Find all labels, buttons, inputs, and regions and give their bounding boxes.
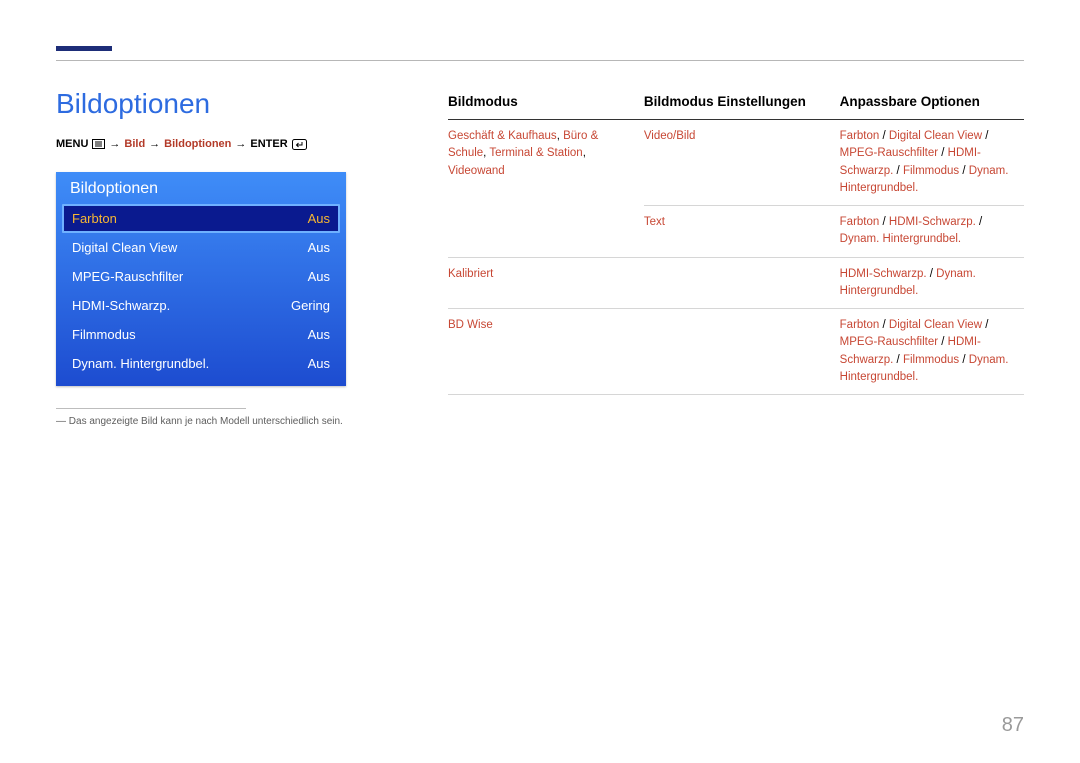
table-row: Kalibriert HDMI-Schwarzp. / Dynam. Hinter… bbox=[448, 257, 1024, 309]
page: Bildoptionen MENU → Bild → Bildoptionen … bbox=[0, 0, 1080, 763]
breadcrumb-item: Bildoptionen bbox=[164, 138, 231, 150]
osd-item-label: Digital Clean View bbox=[72, 240, 177, 255]
osd-item[interactable]: Filmmodus Aus bbox=[62, 320, 340, 349]
osd-item-label: Filmmodus bbox=[72, 327, 136, 342]
osd-item-value: Aus bbox=[308, 240, 330, 255]
table-row: BD Wise Farbton / Digital Clean View / MP… bbox=[448, 309, 1024, 395]
breadcrumb-item: Bild bbox=[124, 138, 145, 150]
osd-item[interactable]: MPEG-Rauschfilter Aus bbox=[62, 262, 340, 291]
table-cell: BD Wise bbox=[448, 309, 644, 395]
table-cell bbox=[644, 309, 840, 395]
arrow-icon: → bbox=[235, 138, 246, 150]
osd-item[interactable]: Dynam. Hintergrundbel. Aus bbox=[62, 349, 340, 378]
breadcrumb-menu: MENU bbox=[56, 138, 88, 150]
content: Bildoptionen MENU → Bild → Bildoptionen … bbox=[56, 88, 1024, 429]
table-cell: Geschäft & Kaufhaus, Büro & Schule, Term… bbox=[448, 120, 644, 258]
osd-item-value: Aus bbox=[308, 327, 330, 342]
osd-item-value: Aus bbox=[308, 356, 330, 371]
table-cell: Video/Bild bbox=[644, 120, 840, 206]
table-header: Anpassbare Optionen bbox=[840, 94, 1024, 120]
table-cell: Farbton / Digital Clean View / MPEG-Raus… bbox=[840, 120, 1024, 206]
osd-list: FarbtonAusDigital Clean ViewAusMPEG-Raus… bbox=[56, 204, 346, 386]
table-cell: HDMI-Schwarzp. / Dynam. Hintergrundbel. bbox=[840, 257, 1024, 309]
table-header: Bildmodus bbox=[448, 94, 644, 120]
osd-item[interactable]: HDMI-Schwarzp. Gering bbox=[62, 291, 340, 320]
arrow-icon: → bbox=[109, 138, 120, 150]
page-title: Bildoptionen bbox=[56, 88, 392, 120]
right-column: Bildmodus Bildmodus Einstellungen Anpass… bbox=[448, 88, 1024, 429]
table-row: Geschäft & Kaufhaus, Büro & Schule, Term… bbox=[448, 120, 1024, 206]
osd-item-value: Aus bbox=[308, 211, 330, 226]
osd-item[interactable]: Digital Clean View Aus bbox=[62, 233, 340, 262]
arrow-icon: → bbox=[149, 138, 160, 150]
options-table: Bildmodus Bildmodus Einstellungen Anpass… bbox=[448, 94, 1024, 395]
footnote: Das angezeigte Bild kann je nach Modell … bbox=[56, 415, 392, 429]
table-cell: Farbton / HDMI-Schwarzp. / Dynam. Hinter… bbox=[840, 206, 1024, 258]
osd-title: Bildoptionen bbox=[56, 172, 346, 204]
osd-item-label: HDMI-Schwarzp. bbox=[72, 298, 170, 313]
osd-item-label: Farbton bbox=[72, 211, 117, 226]
osd-item-value: Gering bbox=[291, 298, 330, 313]
accent-bar bbox=[56, 46, 112, 51]
menu-icon bbox=[92, 139, 105, 149]
page-number: 87 bbox=[1002, 714, 1024, 737]
osd-item[interactable]: Farbton Aus bbox=[62, 204, 340, 233]
enter-icon bbox=[292, 139, 307, 150]
breadcrumb-enter: ENTER bbox=[250, 138, 287, 150]
table-cell: Text bbox=[644, 206, 840, 258]
osd-item-label: Dynam. Hintergrundbel. bbox=[72, 356, 209, 371]
osd-item-value: Aus bbox=[308, 269, 330, 284]
breadcrumb: MENU → Bild → Bildoptionen → ENTER bbox=[56, 138, 392, 150]
left-column: Bildoptionen MENU → Bild → Bildoptionen … bbox=[56, 88, 392, 429]
table-cell bbox=[644, 257, 840, 309]
osd-panel: Bildoptionen FarbtonAusDigital Clean Vie… bbox=[56, 172, 346, 386]
osd-item-label: MPEG-Rauschfilter bbox=[72, 269, 183, 284]
table-body: Geschäft & Kaufhaus, Büro & Schule, Term… bbox=[448, 120, 1024, 395]
table-cell: Kalibriert bbox=[448, 257, 644, 309]
top-rule bbox=[56, 60, 1024, 61]
table-header: Bildmodus Einstellungen bbox=[644, 94, 840, 120]
divider bbox=[56, 408, 246, 409]
table-cell: Farbton / Digital Clean View / MPEG-Raus… bbox=[840, 309, 1024, 395]
